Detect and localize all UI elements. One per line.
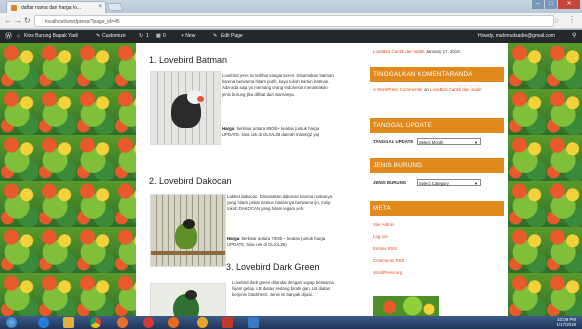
word-icon[interactable] [248,317,259,328]
clock-date: 1/17/2018 [556,322,576,327]
wordpress-logo-icon[interactable]: Ⓦ [5,31,12,41]
archives-month-select[interactable]: Select Month ▼ [417,138,481,145]
start-button-icon[interactable] [6,317,17,328]
recent-post-link[interactable]: LoveBird Cantik dan indah [373,49,425,54]
recent-post-item: LoveBird Cantik dan indah January 17, 20… [373,49,460,54]
section-title: 1. Lovebird Batman [149,55,228,65]
lovebird-dakocan-photo [150,194,226,267]
widget-title-meta: META [370,201,504,216]
customize-icon: ✎ [96,33,101,39]
background-pattern-left [0,43,136,316]
media-player-icon[interactable] [168,317,179,328]
recent-comment-item: A WordPress Commenter on LoveBird Cantik… [373,87,501,93]
maximize-button[interactable]: □ [545,0,557,9]
new-tab-button[interactable] [106,3,124,11]
browser-tab[interactable]: daftar nama dan harga lo... × [6,1,106,13]
close-window-button[interactable]: ✕ [558,0,580,9]
meta-link-entries-rss[interactable]: Entries RSS [373,246,397,251]
tab-close-icon[interactable]: × [98,4,102,10]
chevron-down-icon: ▼ [474,140,478,145]
sidebar-bird-image [373,296,439,316]
section-description: Lovebird jenis ini terlihat sangat keren… [222,73,334,97]
meta-link-logout[interactable]: Log out [373,234,388,239]
comments-icon: ↻ [139,33,144,39]
edit-icon: ✎ [213,33,218,39]
section-title: 3. Lovebird Dark Green [226,262,320,272]
price-text: Harga: berkisar antara 850rb+ keatas (un… [222,126,334,138]
vlc-icon[interactable] [197,317,208,328]
updates-count[interactable]: 0 [163,33,166,39]
minimize-button[interactable]: – [532,0,544,9]
meta-link-comments-rss[interactable]: Comments RSS [373,258,404,263]
site-name-link[interactable]: Kios Burung Bapak Yadi [24,33,78,39]
meta-link-site-admin[interactable]: Site Admin [373,222,394,227]
back-icon[interactable]: ← [4,16,12,25]
dashboard-icon[interactable]: ⌂ [17,33,20,39]
lovebird-batman-photo [150,71,221,145]
url-text: localhost/wordpress/?page_id=45 [45,19,120,25]
section-description: Lakbet dakocan. Dinamakan dakocan karena… [227,194,332,212]
browser-tab-strip: daftar nama dan harga lo... × – □ ✕ [0,0,582,13]
bookmark-star-icon[interactable]: ☆ [553,16,560,25]
tab-title: daftar nama dan harga lo... [21,5,82,11]
comment-author-link[interactable]: A WordPress Commenter [373,87,423,92]
comment-post-link[interactable]: LoveBird Cantik dan indah [430,87,482,92]
sidebar: LoveBird Cantik dan indah January 17, 20… [370,43,508,316]
archives-label: TANGGAL UPDATE [373,139,414,144]
widget-title-comments: TINGGALKAN KOMENTARANDA [370,67,504,82]
chrome-icon[interactable] [90,317,101,328]
meta-link-wordpress-org[interactable]: WordPress.org [373,270,402,275]
price-value: : berkisar antara 700rb – keatas (untuk … [227,236,326,248]
comment-on-text: on [423,87,429,92]
categories-label: JENIS BURUNG [373,180,407,185]
new-content-link[interactable]: + New [181,33,195,39]
comments-count[interactable]: 1 [146,33,149,39]
windows-taskbar: 10:09 PM 1/17/2018 [0,316,582,329]
lovebird-darkgreen-photo [150,283,226,316]
favicon-icon [11,5,17,11]
category-select[interactable]: Select Category ▼ [417,179,481,186]
browser-menu-icon[interactable]: ⋮ [568,15,576,24]
updates-icon: ▦ [156,33,161,39]
price-text: Harga: berkisar antara 700rb – keatas (u… [227,236,337,248]
price-value: : berkisar antara 850rb+ keatas (untuk h… [222,126,320,138]
main-content: 1. Lovebird Batman Lovebird jenis ini te… [136,43,364,316]
archives-select-value: Select Month [419,140,444,145]
recent-post-date: January 17, 2018 [425,49,460,54]
background-pattern-right [508,43,582,316]
widget-title-archives: TANGGAL UPDATE [370,118,504,133]
firefox-icon[interactable] [117,317,128,328]
widget-title-categories: JENIS BURUNG [370,158,504,173]
app-icon[interactable] [143,317,154,328]
section-title: 2. Lovebird Dakocan [149,176,232,186]
ie-icon[interactable] [38,317,49,328]
price-label: Harga [222,126,235,131]
price-label: Harga [227,236,240,241]
wp-admin-bar: Ⓦ ⌂ Kios Burung Bapak Yadi ✎ Customize ↻… [0,30,582,43]
category-select-value: Select Category [419,181,449,186]
howdy-user-link[interactable]: Howdy, mahmudsadie@gmail.com [478,33,555,39]
customize-link[interactable]: Customize [102,33,126,39]
edit-page-link[interactable]: Edit Page [221,33,243,39]
section-description: Lovebird dark green ditandai dengan saya… [232,280,334,298]
system-clock[interactable]: 10:09 PM 1/17/2018 [556,317,576,327]
xampp-icon[interactable] [222,317,233,328]
reload-icon[interactable]: ↻ [24,16,31,25]
chevron-down-icon: ▼ [474,181,478,186]
file-explorer-icon[interactable] [63,317,74,328]
search-icon[interactable]: ⚲ [572,32,576,39]
forward-icon[interactable]: → [14,16,22,25]
address-bar-row: ← → ↻ localhost/wordpress/?page_id=45 ☆ … [0,13,582,29]
url-input[interactable]: localhost/wordpress/?page_id=45 [34,15,554,27]
